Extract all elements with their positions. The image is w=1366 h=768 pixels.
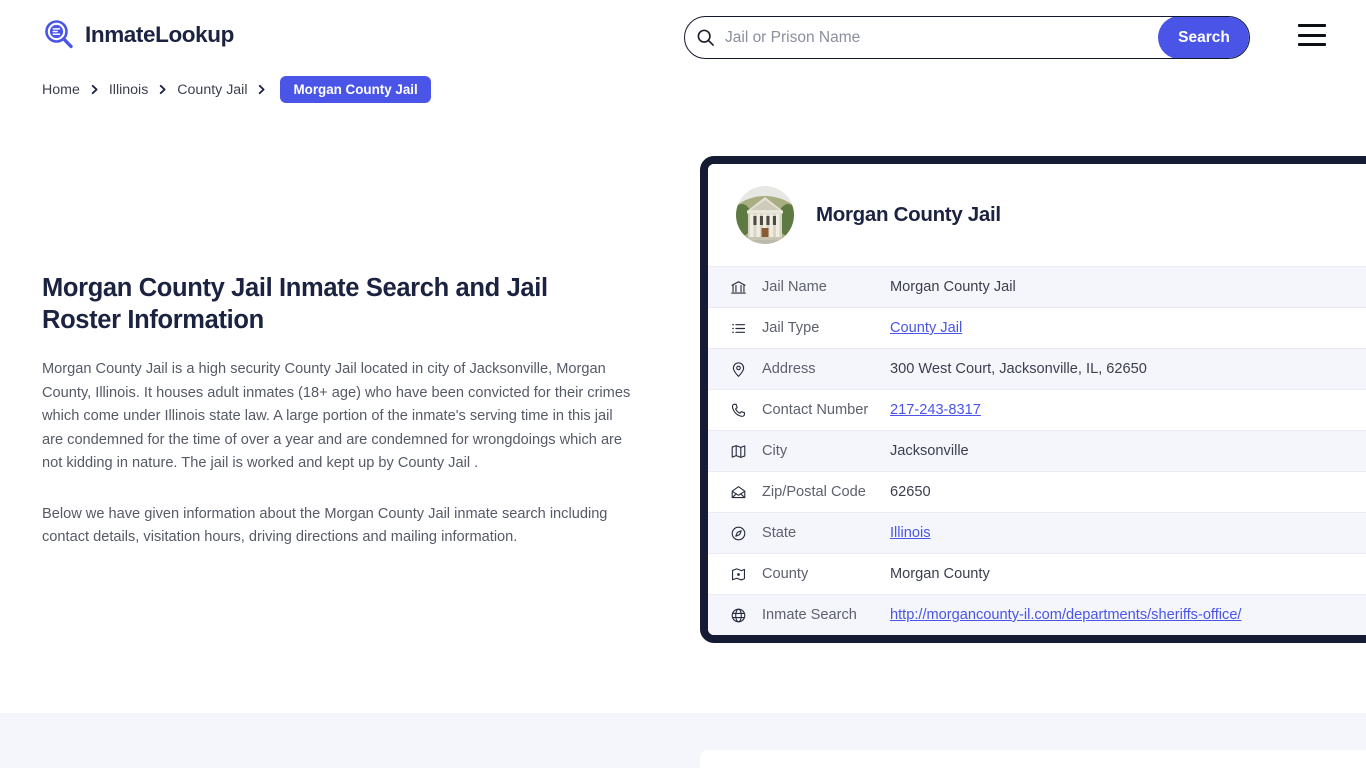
table-row: State Illinois	[708, 512, 1366, 553]
map-icon	[730, 443, 762, 460]
bank-icon	[730, 279, 762, 296]
table-row: Zip/Postal Code 62650	[708, 471, 1366, 512]
page-title: Morgan County Jail Inmate Search and Jai…	[42, 274, 548, 334]
hamburger-menu-icon[interactable]	[1298, 24, 1326, 46]
map-pin-icon	[730, 361, 762, 378]
secondary-paragraph: Below we have given information about th…	[42, 505, 608, 546]
row-value: Morgan County Jail	[890, 279, 1016, 295]
search-icon	[685, 28, 725, 47]
search-button[interactable]: Search	[1158, 17, 1249, 58]
jail-card-title: Morgan County Jail	[816, 203, 1001, 226]
breadcrumb-item-illinois[interactable]: Illinois	[109, 82, 148, 98]
breadcrumb-item-home[interactable]: Home	[42, 82, 80, 98]
row-label: Contact Number	[762, 402, 869, 418]
breadcrumb-item-county-jail[interactable]: County Jail	[177, 82, 247, 98]
table-row: City Jacksonville	[708, 430, 1366, 471]
chevron-right-icon	[148, 84, 177, 95]
search-input[interactable]	[725, 17, 1158, 58]
envelope-icon	[730, 484, 762, 501]
table-row: Inmate Search http://morgancounty-il.com…	[708, 594, 1366, 635]
phone-icon	[730, 402, 762, 419]
chevron-right-icon	[247, 84, 276, 95]
row-label: State	[762, 525, 797, 541]
courthouse-photo	[736, 186, 794, 244]
row-label: Inmate Search	[762, 607, 857, 623]
table-row: Contact Number 217-243-8317	[708, 389, 1366, 430]
list-icon	[730, 320, 762, 337]
globe-icon	[730, 607, 762, 624]
hamburger-bar-1	[1298, 24, 1326, 27]
row-value-link[interactable]: County Jail	[890, 320, 962, 336]
brand-logo-link[interactable]: InmateLookup	[42, 18, 234, 52]
site-header: InmateLookup Search	[0, 0, 1366, 74]
chevron-right-icon	[80, 84, 109, 95]
row-value: Morgan County	[890, 566, 990, 582]
row-label: City	[762, 443, 788, 459]
row-value: 62650	[890, 484, 931, 500]
hamburger-bar-2	[1298, 33, 1326, 37]
search-bar[interactable]: Search	[684, 16, 1250, 59]
brand-name: InmateLookup	[85, 22, 234, 47]
row-label: Jail Type	[762, 320, 820, 336]
row-label: Zip/Postal Code	[762, 484, 866, 500]
row-label: Address	[762, 361, 816, 377]
hamburger-bar-3	[1298, 43, 1326, 46]
table-row: Jail Name Morgan County Jail	[708, 266, 1366, 307]
row-value: Jacksonville	[890, 443, 969, 459]
table-row: County Morgan County	[708, 553, 1366, 594]
lower-section-card	[700, 750, 1366, 768]
article-content: Morgan County Jail Inmate Search and Jai…	[42, 272, 642, 550]
compass-icon	[730, 525, 762, 542]
intro-paragraph: Morgan County Jail is a high security Co…	[42, 361, 631, 471]
row-value-link[interactable]: Illinois	[890, 525, 931, 541]
county-icon	[730, 566, 762, 583]
breadcrumb-current-page: Morgan County Jail	[280, 76, 431, 103]
breadcrumb: Home Illinois County Jail Morgan County …	[42, 76, 431, 103]
row-label: Jail Name	[762, 279, 827, 295]
row-value-link[interactable]: http://morgancounty-il.com/departments/s…	[890, 607, 1242, 623]
magnifier-list-icon	[42, 18, 76, 52]
jail-info-card: Morgan County Jail Jail Name Morgan Coun…	[700, 156, 1366, 643]
table-row: Address 300 West Court, Jacksonville, IL…	[708, 348, 1366, 389]
row-value: 300 West Court, Jacksonville, IL, 62650	[890, 361, 1147, 377]
row-label: County	[762, 566, 809, 582]
table-row: Jail Type County Jail	[708, 307, 1366, 348]
jail-info-card-header: Morgan County Jail	[708, 164, 1366, 266]
row-value-link[interactable]: 217-243-8317	[890, 402, 981, 418]
